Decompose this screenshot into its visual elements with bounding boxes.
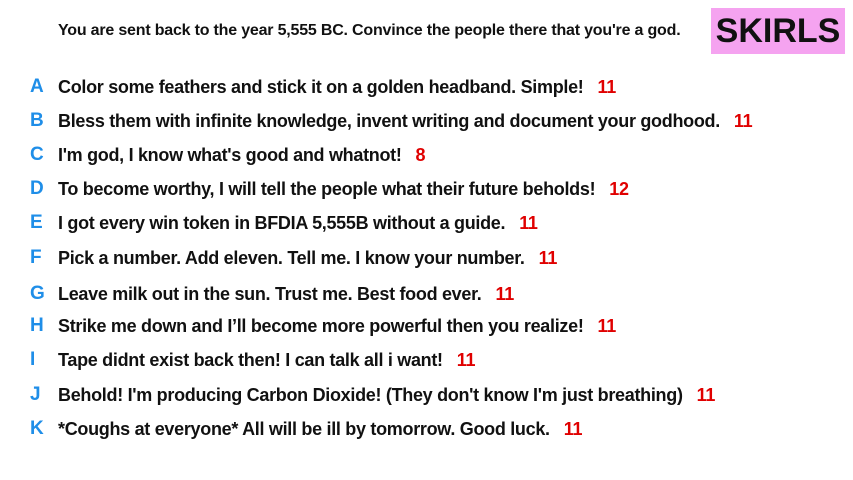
option-letter: F bbox=[30, 247, 42, 268]
option-text: Strike me down and I’ll become more powe… bbox=[58, 315, 617, 336]
option-text: *Coughs at everyone* All will be ill by … bbox=[58, 418, 583, 439]
option-letter: J bbox=[30, 384, 41, 405]
option-letter: C bbox=[30, 144, 44, 165]
option-text: I'm god, I know what's good and whatnot!… bbox=[58, 144, 426, 165]
option-text: Pick a number. Add eleven. Tell me. I kn… bbox=[58, 247, 558, 268]
option-score: 8 bbox=[415, 144, 426, 165]
option-score: 11 bbox=[538, 247, 558, 268]
option-text: Color some feathers and stick it on a go… bbox=[58, 76, 617, 97]
option-score: 11 bbox=[495, 283, 515, 304]
option-text: Behold! I'm producing Carbon Dioxide! (T… bbox=[58, 384, 716, 405]
option-letter: A bbox=[30, 76, 44, 97]
option-letter: B bbox=[30, 110, 44, 131]
option-score: 11 bbox=[597, 315, 617, 336]
option-score: 11 bbox=[563, 418, 583, 439]
option-text: I got every win token in BFDIA 5,555B wi… bbox=[58, 212, 538, 233]
option-score: 11 bbox=[456, 349, 476, 370]
option-letter: K bbox=[30, 418, 44, 439]
option-letter: E bbox=[30, 212, 43, 233]
option-letter: H bbox=[30, 315, 44, 336]
option-letter: D bbox=[30, 178, 44, 199]
option-text: Tape didnt exist back then! I can talk a… bbox=[58, 349, 476, 370]
option-text: To become worthy, I will tell the people… bbox=[58, 178, 629, 199]
option-score: 11 bbox=[733, 110, 753, 131]
option-score: 11 bbox=[696, 384, 716, 405]
option-score: 11 bbox=[519, 212, 538, 233]
options-list: A Color some feathers and stick it on a … bbox=[0, 0, 853, 480]
option-score: 11 bbox=[597, 76, 617, 97]
option-letter: I bbox=[30, 349, 36, 370]
option-score: 12 bbox=[609, 178, 629, 199]
option-letter: G bbox=[30, 283, 45, 304]
option-text: Leave milk out in the sun. Trust me. Bes… bbox=[58, 283, 515, 304]
option-text: Bless them with infinite knowledge, inve… bbox=[58, 110, 753, 131]
